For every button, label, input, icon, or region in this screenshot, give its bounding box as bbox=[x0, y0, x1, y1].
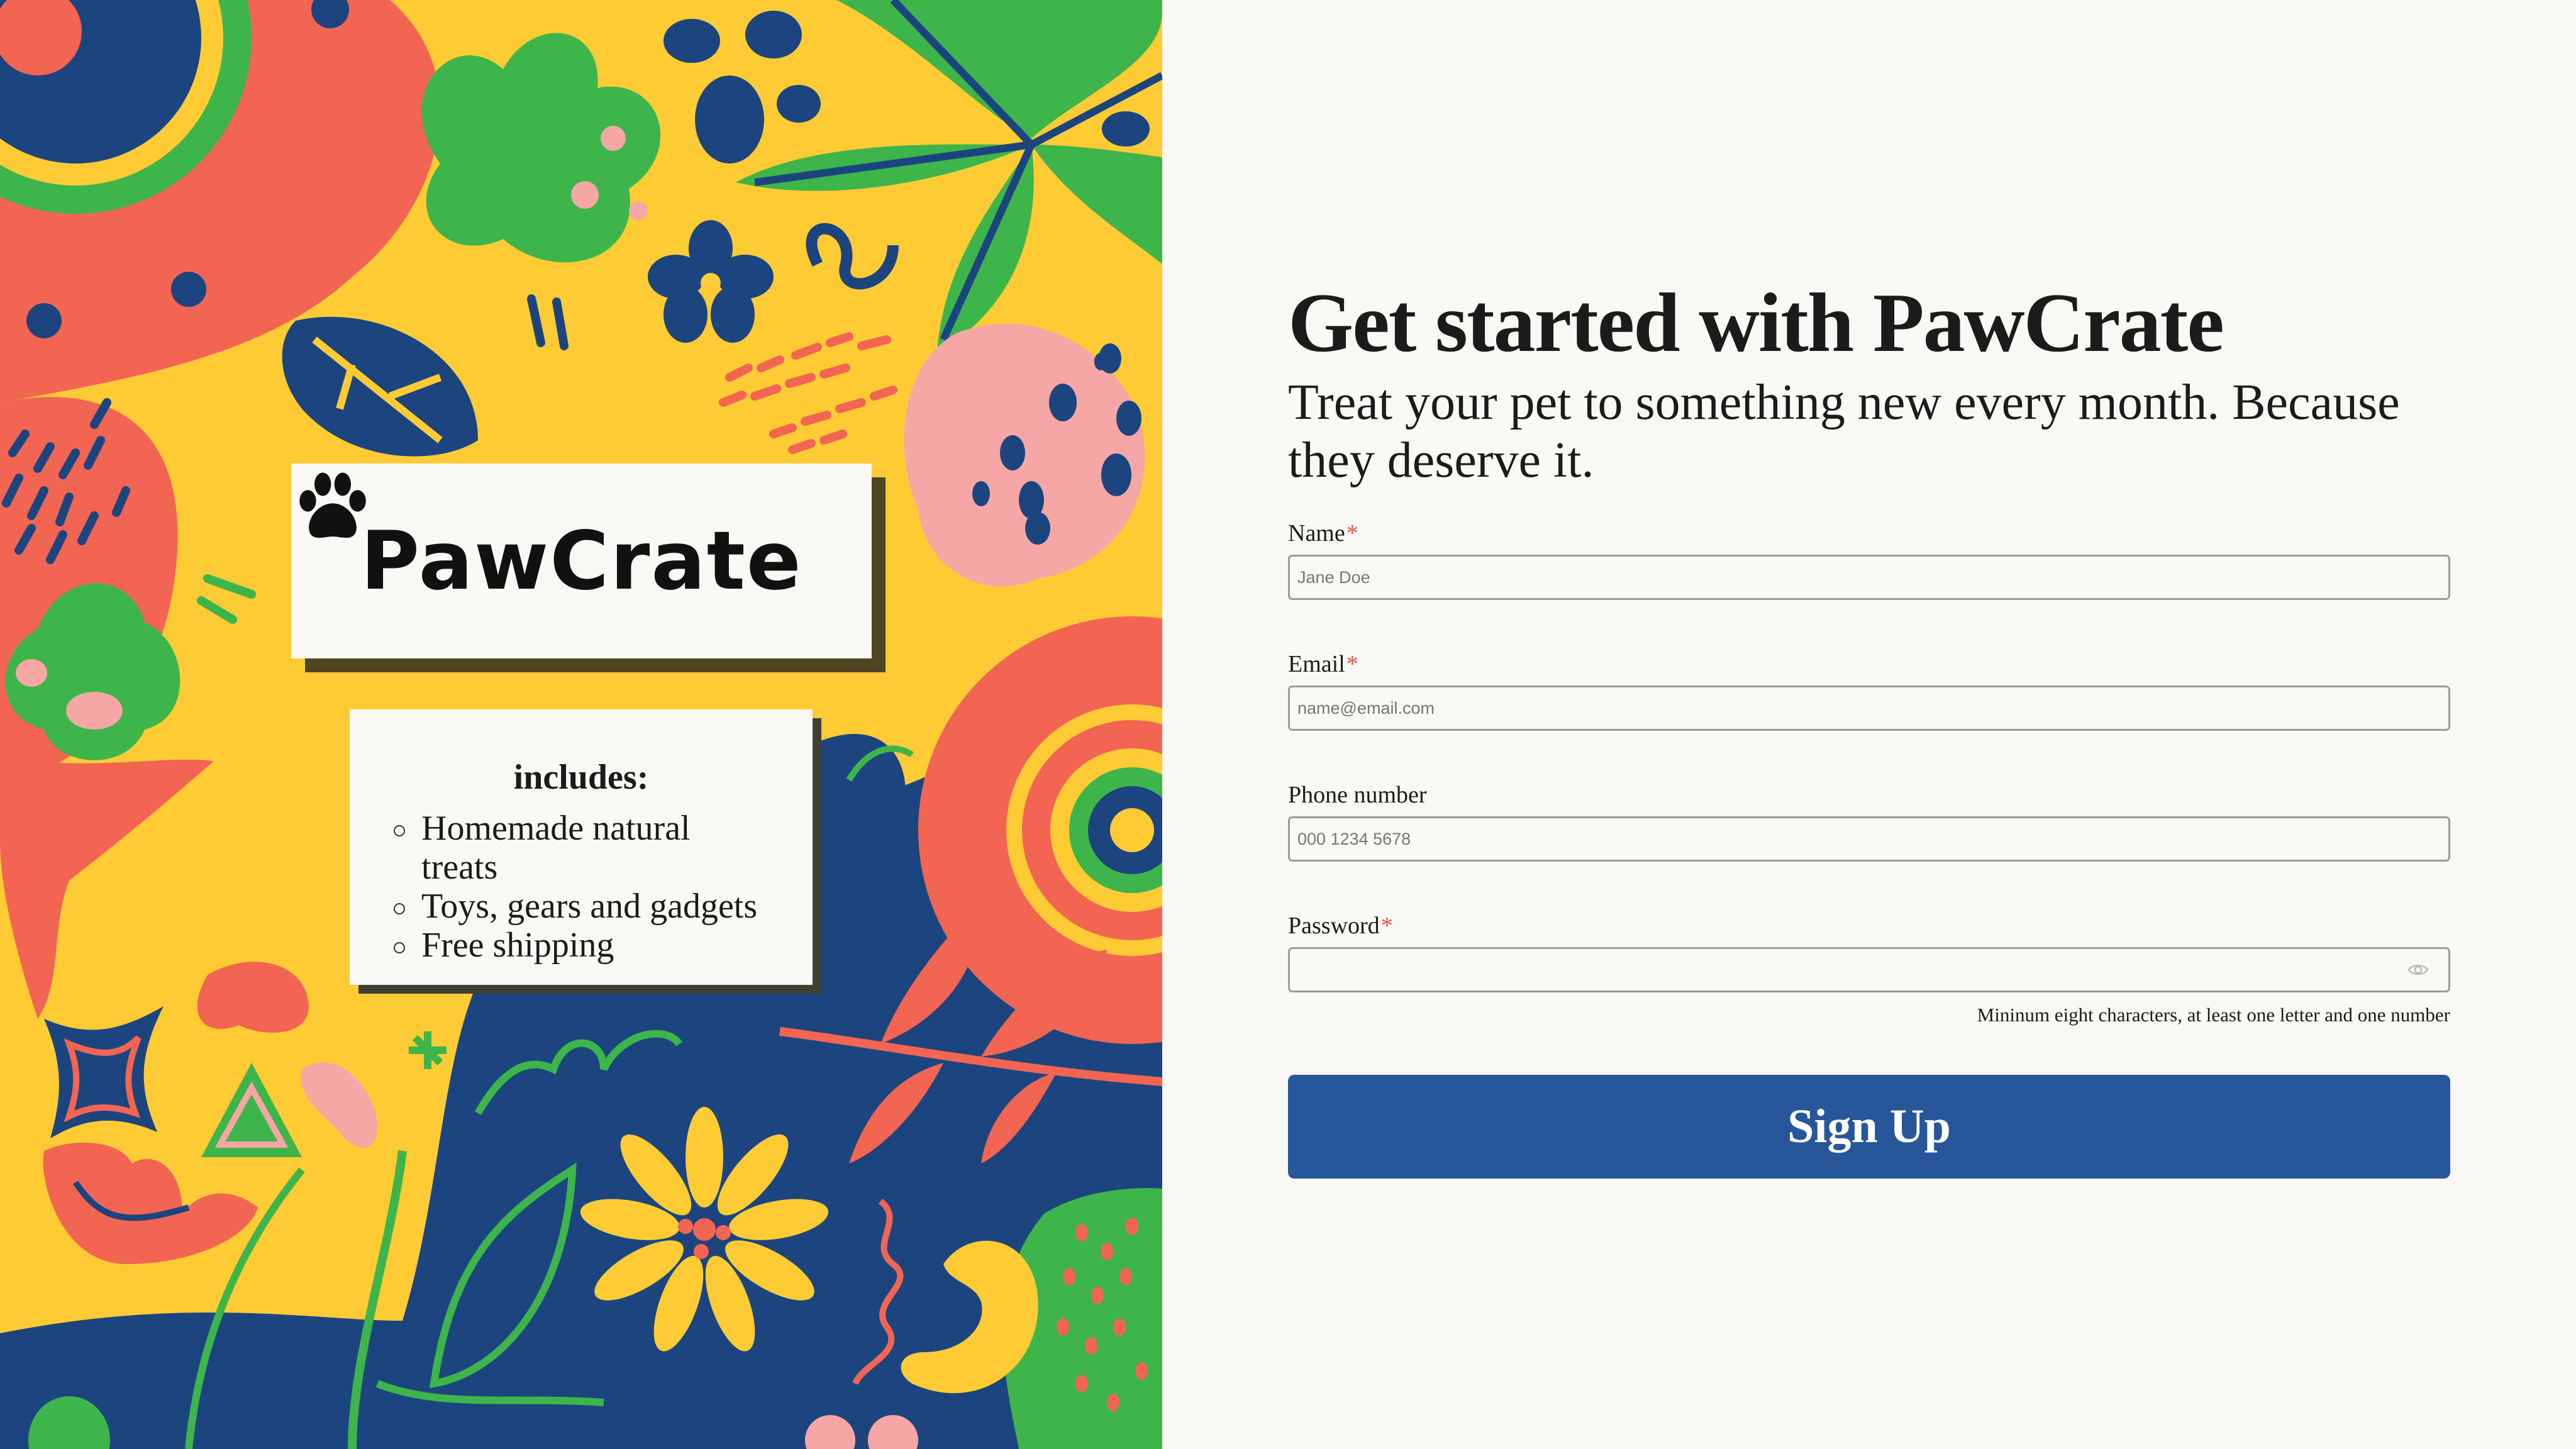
password-hint: Mininum eight characters, at least one l… bbox=[1977, 1004, 2450, 1026]
list-item: Homemade natural treats bbox=[394, 809, 769, 887]
includes-title: includes: bbox=[513, 758, 649, 797]
page-title: Get started with PawCrate bbox=[1288, 276, 2224, 369]
page-subtitle: Treat your pet to something new every mo… bbox=[1288, 375, 2400, 488]
name-label: Name* bbox=[1288, 520, 1358, 547]
name-field-group: Name* bbox=[1288, 519, 2450, 600]
paw-print-icon bbox=[299, 472, 366, 538]
email-input[interactable] bbox=[1288, 686, 2450, 731]
brand-name: PawCrate bbox=[360, 514, 802, 608]
email-field-group: Email* bbox=[1288, 650, 2450, 731]
email-label: Email* bbox=[1288, 651, 1358, 677]
phone-label: Phone number bbox=[1288, 782, 1427, 808]
password-label: Password* bbox=[1288, 913, 1393, 939]
password-field-group: Password* Mininum eight characters, at l… bbox=[1288, 912, 2450, 1026]
eye-icon[interactable] bbox=[2407, 962, 2429, 977]
includes-card: includes: Homemade natural treats Toys, … bbox=[350, 709, 813, 985]
required-mark: * bbox=[1346, 520, 1358, 547]
required-mark: * bbox=[1380, 913, 1393, 939]
password-input[interactable] bbox=[1288, 947, 2450, 992]
list-item: Toys, gears and gadgets bbox=[394, 887, 769, 926]
list-item: Free shipping bbox=[394, 926, 769, 965]
sign-up-button[interactable]: Sign Up bbox=[1288, 1075, 2450, 1179]
phone-input[interactable] bbox=[1288, 816, 2450, 862]
phone-field-group: Phone number bbox=[1288, 781, 2450, 862]
hero-artwork: PawCrate includes: Homemade natural trea… bbox=[0, 0, 1162, 1449]
logo-card: PawCrate bbox=[291, 464, 872, 658]
required-mark: * bbox=[1346, 651, 1358, 677]
includes-list: Homemade natural treats Toys, gears and … bbox=[394, 809, 769, 965]
name-input[interactable] bbox=[1288, 555, 2450, 600]
